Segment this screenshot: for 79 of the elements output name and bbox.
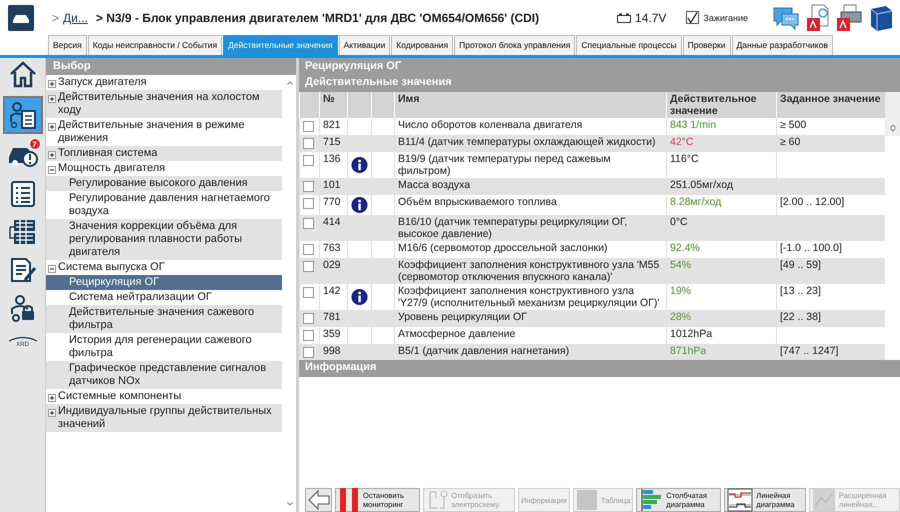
tab[interactable]: Версия — [48, 35, 87, 55]
bar-chart-icon — [639, 487, 664, 512]
tree-item[interactable]: Рециркуляция ОГ — [46, 275, 282, 290]
row-checkbox[interactable] — [303, 155, 314, 166]
row-checkbox[interactable] — [303, 121, 314, 132]
table-row[interactable]: 414 B16/10 (датчик температуры рециркуляции ОГ, высокое давление) 0°C — [299, 215, 885, 241]
info-icon[interactable] — [351, 288, 368, 306]
panel-header: Выбор — [46, 58, 296, 75]
tree-item[interactable]: Действительные значения на холостом ходу — [46, 90, 282, 118]
panel-header: Рециркуляция ОГ — [299, 58, 900, 75]
battery-icon — [617, 12, 632, 22]
tab[interactable]: Протокол блока управления — [454, 35, 576, 55]
scroll-down-icon[interactable] — [890, 128, 896, 132]
table-row[interactable]: 781 Уровень рециркуляции ОГ 28% [22 .. 38] — [299, 310, 885, 327]
arc-icon — [8, 336, 38, 342]
tree-item[interactable]: Действительные значения сажевого фильтра — [46, 305, 282, 333]
ignition-label: Зажигание — [703, 12, 748, 22]
tree-item[interactable]: Регулирование высокого давления — [46, 176, 282, 191]
grid-icon — [8, 217, 38, 247]
row-checkbox[interactable] — [303, 313, 314, 324]
tab[interactable]: Активации — [338, 35, 390, 55]
tab[interactable]: Коды неисправности / События — [88, 35, 222, 55]
line-chart-icon — [812, 488, 836, 512]
breadcrumb-link[interactable]: Ди... — [63, 10, 88, 24]
tab[interactable]: Проверки — [682, 35, 731, 55]
row-checkbox[interactable] — [303, 261, 314, 272]
row-checkbox[interactable] — [303, 218, 314, 229]
collapse-icon[interactable] — [48, 166, 56, 174]
person-clipboard-icon — [8, 100, 38, 130]
home-icon — [8, 59, 38, 89]
row-checkbox[interactable] — [303, 347, 314, 358]
table-icon — [576, 489, 598, 511]
sidebar-button[interactable]: 7 — [2, 140, 42, 172]
voltage-reading: 14.7V — [635, 10, 666, 24]
chat-icon[interactable] — [772, 4, 800, 30]
scroll-up-icon[interactable] — [287, 81, 293, 85]
row-checkbox[interactable] — [303, 198, 314, 209]
window-title: > N3/9 - Блок управления двигателем 'MRD1' для ДВС 'OM654/OM656' (CDI) — [96, 10, 540, 24]
expand-icon[interactable] — [48, 95, 56, 103]
table-row[interactable]: 715 B11/4 (датчик температуры охлаждающей жидкости) 42°C ≥ 60 — [299, 135, 885, 152]
breadcrumb-separator: > — [52, 10, 60, 24]
car-logo-icon[interactable] — [8, 4, 34, 30]
scroll-down-icon[interactable] — [287, 502, 293, 506]
tree-item[interactable]: Индивидуальные группы действительных значений — [46, 404, 282, 432]
ignition-checkbox[interactable] — [686, 11, 700, 24]
arrow-left-icon — [306, 489, 330, 511]
car-warning-icon — [8, 145, 38, 167]
table-row[interactable]: 029 Коэффициент заполнения конструктивного узла 'M55 (сервомотор отключения впускного канала)' 54% [49 .. 59] — [299, 258, 885, 284]
info-icon[interactable] — [351, 156, 368, 174]
tab[interactable]: Данные разработчиков — [732, 35, 833, 55]
back-button[interactable] — [305, 488, 332, 512]
scroll-up-icon[interactable] — [890, 124, 896, 128]
section-header: Информация — [299, 360, 900, 377]
tree-item[interactable]: Графическое представление сигналов датчиков NOx — [46, 361, 282, 389]
table-row[interactable]: 998 B5/1 (датчик давления нагнетания) 871hPa [747 .. 1247] — [299, 344, 885, 360]
expand-icon[interactable] — [48, 394, 56, 402]
tree-item[interactable]: Значения коррекции объёма для регулирования плавности работы двигателя — [46, 219, 282, 260]
tab[interactable]: Кодирования — [391, 35, 454, 55]
count-badge: 7 — [28, 138, 40, 150]
row-checkbox[interactable] — [303, 138, 314, 149]
check-icon — [687, 12, 698, 24]
row-checkbox[interactable] — [303, 330, 314, 341]
row-checkbox[interactable] — [303, 181, 314, 192]
expand-icon[interactable] — [48, 151, 56, 159]
expand-icon[interactable] — [48, 80, 56, 88]
table-row[interactable]: 101 Масса воздуха 251.05мг/ход — [299, 178, 885, 195]
tree-item[interactable]: Топливная система — [46, 146, 282, 161]
collapse-icon[interactable] — [48, 265, 56, 273]
expand-icon[interactable] — [48, 409, 56, 417]
pdf-print-icon[interactable] — [836, 4, 862, 32]
section-header: Действительные значения — [299, 75, 900, 92]
book-icon[interactable] — [868, 4, 894, 30]
row-checkbox[interactable] — [303, 287, 314, 298]
expand-icon[interactable] — [48, 123, 56, 131]
info-icon[interactable] — [351, 196, 368, 214]
pause-icon — [338, 487, 360, 512]
sidebar-button[interactable] — [2, 96, 42, 134]
row-checkbox[interactable] — [303, 244, 314, 255]
tab[interactable]: Специальные процессы — [576, 35, 682, 55]
